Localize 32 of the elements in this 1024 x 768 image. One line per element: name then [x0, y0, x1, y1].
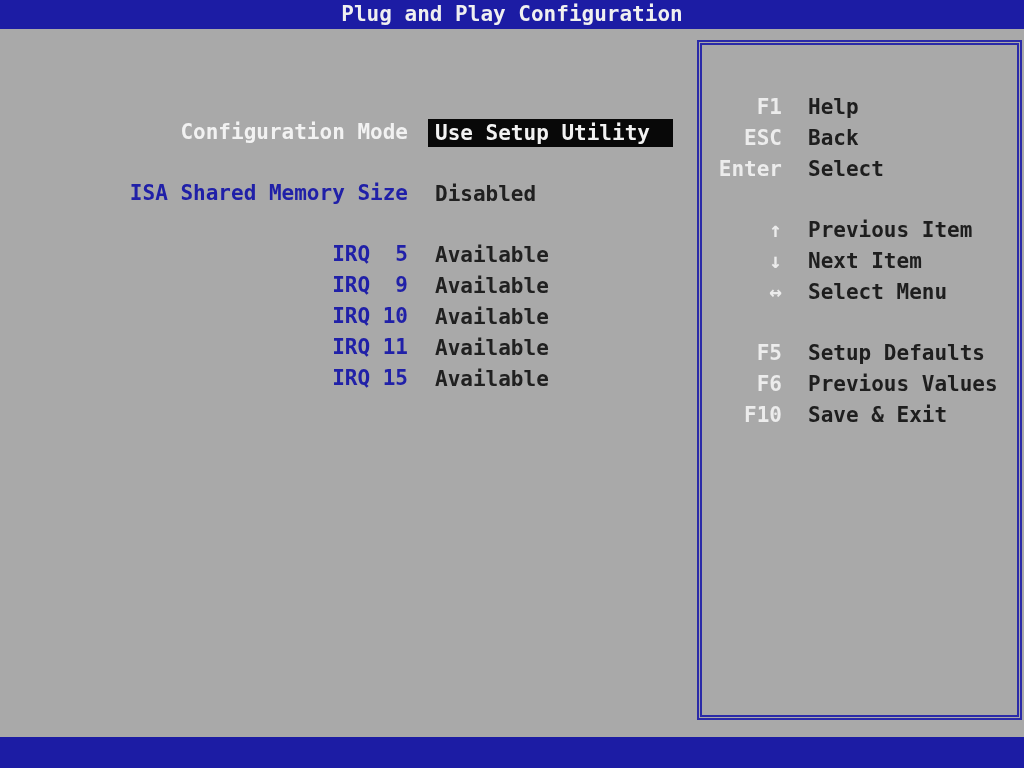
key-action: Save & Exit	[808, 401, 948, 429]
setting-value[interactable]: Use Setup Utility	[428, 118, 673, 147]
key-label: ↔	[768, 278, 782, 306]
setting-value[interactable]: Available	[428, 302, 556, 331]
setting-label[interactable]: IRQ 10	[0, 300, 408, 333]
setting-value[interactable]: Available	[428, 333, 556, 362]
setting-value[interactable]: Available	[428, 271, 556, 300]
key-label: ESC	[743, 124, 782, 152]
key-action: Select	[808, 155, 884, 183]
key-action: Previous Values	[808, 370, 998, 398]
setting-value[interactable]: Disabled	[428, 179, 544, 208]
key-action: Setup Defaults	[808, 339, 985, 367]
key-label: Enter	[717, 155, 782, 183]
setting-value[interactable]: Available	[428, 240, 556, 269]
key-action: Select Menu	[808, 278, 948, 306]
key-label: ↓	[768, 247, 782, 275]
key-label: F1	[755, 93, 782, 121]
setting-label[interactable]: IRQ 9	[0, 269, 408, 302]
key-action: Help	[808, 93, 859, 121]
screen-title: Plug and Play Configuration	[341, 4, 683, 25]
setting-label[interactable]: IRQ 15	[0, 362, 408, 395]
setting-value[interactable]: Available	[428, 364, 556, 393]
key-action: Next Item	[808, 247, 922, 275]
setting-label[interactable]: IRQ 5	[0, 238, 408, 271]
key-label: ↑	[768, 216, 782, 244]
setting-label[interactable]: IRQ 11	[0, 331, 408, 364]
key-action: Back	[808, 124, 859, 152]
key-label: F10	[743, 401, 782, 429]
key-label: F6	[755, 370, 782, 398]
key-label: F5	[755, 339, 782, 367]
setting-label[interactable]: ISA Shared Memory Size	[0, 177, 408, 210]
key-action: Previous Item	[808, 216, 973, 244]
